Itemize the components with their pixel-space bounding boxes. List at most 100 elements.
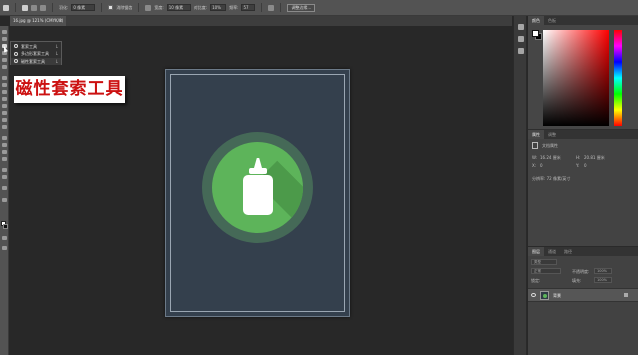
bottle-neck-shape bbox=[249, 168, 267, 174]
y-value[interactable]: 0 bbox=[584, 163, 587, 168]
lock-icon bbox=[624, 293, 628, 297]
flyout-item-label: 磁性套索工具 bbox=[21, 58, 45, 64]
gradient-tool-icon[interactable] bbox=[2, 111, 7, 115]
properties-panel-tabs: 属性 调整 bbox=[528, 130, 638, 139]
clone-stamp-tool-icon[interactable] bbox=[2, 90, 7, 94]
tab-layers[interactable]: 图层 bbox=[528, 247, 544, 256]
history-brush-tool-icon[interactable] bbox=[2, 97, 7, 101]
foreground-color-chip[interactable] bbox=[532, 30, 539, 37]
contrast-input[interactable]: 10% bbox=[210, 4, 227, 11]
path-select-tool-icon[interactable] bbox=[2, 150, 7, 154]
document-icon bbox=[532, 142, 538, 149]
color-panel: 颜色 色板 bbox=[528, 16, 638, 129]
pen-pressure-icon[interactable] bbox=[268, 4, 275, 11]
document-tab-title: 16.jpg @ 121% (CMYK/8) bbox=[13, 18, 64, 23]
tab-paths[interactable]: 路径 bbox=[560, 247, 576, 256]
doc-props-label: 文档属性 bbox=[542, 143, 558, 148]
layers-panel-tabs: 图层 通道 路径 bbox=[528, 247, 638, 256]
width-input[interactable]: 10 像素 bbox=[166, 4, 191, 11]
screen-mode-icon[interactable] bbox=[2, 246, 7, 250]
separator bbox=[138, 3, 140, 12]
history-panel-icon[interactable] bbox=[518, 24, 524, 30]
x-label: X: bbox=[532, 163, 537, 168]
height-label: H: bbox=[576, 155, 581, 160]
color-spectrum-field[interactable] bbox=[543, 30, 609, 126]
type-tool-icon[interactable] bbox=[2, 143, 7, 147]
canvas-document[interactable] bbox=[165, 69, 350, 317]
flyout-item-lasso[interactable]: 套索工具 L bbox=[11, 43, 61, 50]
layer-name[interactable]: 背景 bbox=[553, 289, 561, 302]
layer-row-background[interactable]: 背景 bbox=[528, 288, 638, 302]
width-label: W: bbox=[532, 155, 538, 160]
separator bbox=[101, 3, 103, 12]
layers-panel: 图层 通道 路径 类型 正常 不透明度: 100% 锁定: 填充: 100% 背… bbox=[528, 246, 638, 355]
actions-panel-icon[interactable] bbox=[518, 36, 524, 42]
quick-mask-icon[interactable] bbox=[2, 236, 7, 240]
tab-properties[interactable]: 属性 bbox=[528, 130, 544, 139]
tab-swatches[interactable]: 色板 bbox=[544, 16, 560, 25]
eraser-tool-icon[interactable] bbox=[2, 104, 7, 108]
hue-slider[interactable] bbox=[614, 30, 622, 126]
healing-brush-tool-icon[interactable] bbox=[2, 76, 7, 80]
flyout-item-label: 多边形套索工具 bbox=[21, 51, 49, 56]
edit-toolbar-icon[interactable] bbox=[2, 186, 7, 190]
marquee-tool-icon[interactable] bbox=[2, 37, 7, 41]
brush-panel-icon[interactable] bbox=[518, 48, 524, 54]
width-value[interactable]: 16.24 厘米 bbox=[540, 155, 561, 161]
tab-color[interactable]: 颜色 bbox=[528, 16, 544, 25]
flyout-item-shortcut: L bbox=[55, 58, 58, 64]
antialias-checkbox[interactable] bbox=[108, 5, 114, 10]
hand-tool-icon[interactable] bbox=[2, 168, 7, 172]
layer-kind-filter[interactable]: 类型 bbox=[531, 259, 557, 265]
shape-tool-icon[interactable] bbox=[2, 157, 7, 161]
swap-colors-icon[interactable] bbox=[2, 198, 7, 202]
add-selection-icon[interactable] bbox=[22, 4, 28, 11]
flyout-item-magnetic-lasso[interactable]: 磁性套索工具 L bbox=[11, 57, 61, 65]
resolution-text: 分辨率: 72 像素/英寸 bbox=[532, 176, 571, 181]
opacity-label: 不透明度: bbox=[572, 269, 590, 274]
panel-icon-strip bbox=[513, 16, 527, 355]
flyout-item-polygonal-lasso[interactable]: 多边形套索工具 L bbox=[11, 50, 61, 57]
photoshop-window: 羽化: 0 像素 消除锯齿 宽度: 10 像素 对比度: 10% 频率: 57 … bbox=[0, 0, 638, 355]
y-label: Y: bbox=[576, 163, 580, 168]
x-value[interactable]: 0 bbox=[540, 163, 543, 168]
height-value[interactable]: 20.81 厘米 bbox=[584, 155, 605, 161]
layer-thumbnail bbox=[540, 291, 549, 300]
zoom-tool-icon[interactable] bbox=[2, 175, 7, 179]
flyout-item-shortcut: L bbox=[55, 51, 58, 56]
feather-label: 羽化: bbox=[59, 4, 69, 10]
properties-panel: 属性 调整 文档属性 W: 16.24 厘米 H: 20.81 厘米 X: 0 … bbox=[528, 129, 638, 260]
magnetic-lasso-icon bbox=[14, 59, 18, 63]
frequency-input[interactable]: 57 bbox=[241, 4, 256, 11]
tablet-pressure-icon[interactable] bbox=[145, 4, 152, 11]
background-color-swatch[interactable] bbox=[3, 224, 8, 229]
right-panel-dock: 颜色 色板 属性 调整 文档属性 W: 16.24 厘米 H: 20.81 厘米… bbox=[528, 16, 638, 355]
opacity-input[interactable]: 100% bbox=[594, 268, 612, 274]
blur-tool-icon[interactable] bbox=[2, 118, 7, 122]
eye-icon[interactable] bbox=[531, 293, 536, 297]
feather-input[interactable]: 0 像素 bbox=[71, 4, 96, 11]
eyedropper-tool-icon[interactable] bbox=[2, 65, 7, 69]
close-icon[interactable]: × bbox=[59, 16, 63, 26]
crop-tool-icon[interactable] bbox=[2, 58, 7, 62]
antialias-label: 消除锯齿 bbox=[116, 4, 133, 10]
subtract-selection-icon[interactable] bbox=[31, 4, 37, 11]
new-selection-icon[interactable] bbox=[3, 4, 9, 11]
lock-label: 锁定: bbox=[531, 278, 541, 283]
bottle-body-shape bbox=[243, 175, 273, 215]
tab-channels[interactable]: 通道 bbox=[544, 247, 560, 256]
blend-mode-select[interactable]: 正常 bbox=[531, 268, 561, 274]
brush-tool-icon[interactable] bbox=[2, 83, 7, 87]
fill-input[interactable]: 100% bbox=[594, 277, 612, 283]
refine-edge-button[interactable]: 调整边缘... bbox=[287, 3, 316, 12]
options-bar: 羽化: 0 像素 消除锯齿 宽度: 10 像素 对比度: 10% 频率: 57 … bbox=[0, 0, 638, 16]
document-tab[interactable]: 16.jpg @ 121% (CMYK/8) × bbox=[10, 16, 66, 26]
tools-panel bbox=[0, 26, 9, 355]
pen-tool-icon[interactable] bbox=[2, 136, 7, 140]
intersect-selection-icon[interactable] bbox=[40, 4, 46, 11]
move-tool-icon[interactable] bbox=[2, 30, 7, 34]
tab-adjustments[interactable]: 调整 bbox=[544, 130, 560, 139]
separator bbox=[280, 3, 282, 12]
frequency-label: 频率: bbox=[229, 4, 239, 10]
dodge-tool-icon[interactable] bbox=[2, 125, 7, 129]
